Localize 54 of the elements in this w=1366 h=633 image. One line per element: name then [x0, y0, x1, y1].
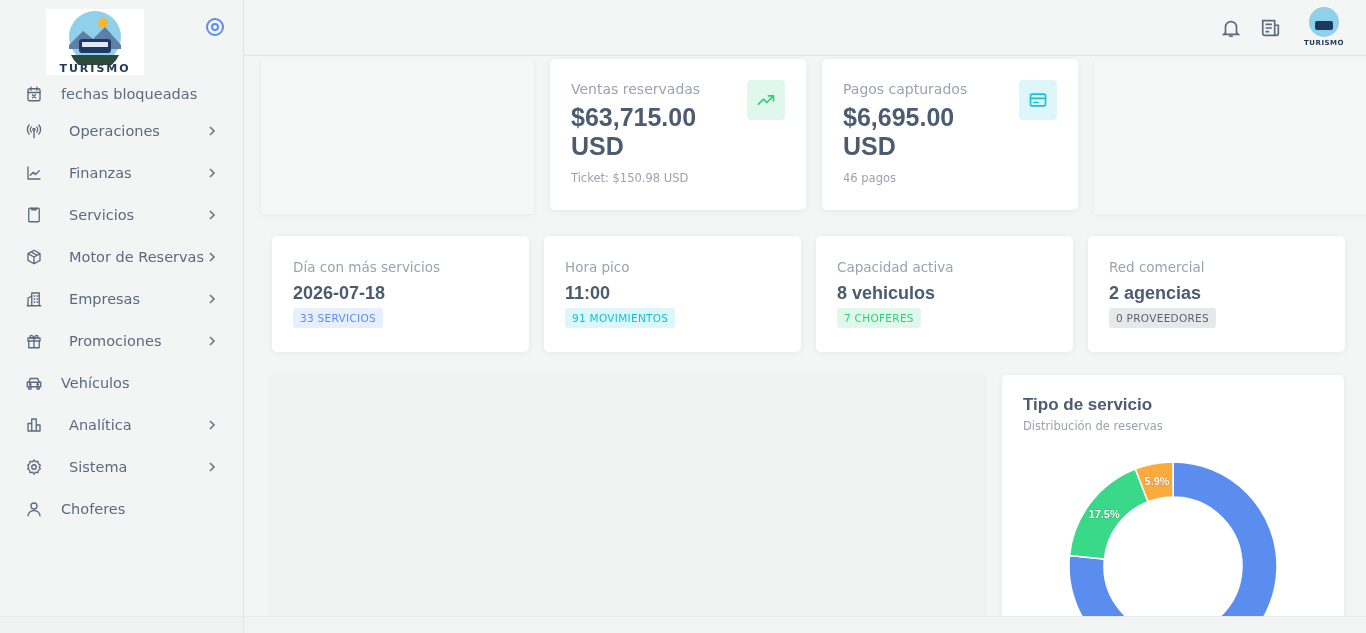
kpi-title: Hora pico: [565, 259, 631, 275]
settings-icon: [25, 458, 43, 476]
chevron-right-icon: [207, 419, 217, 431]
kpi-value: 2026-07-18: [293, 283, 387, 304]
kpi-badge: 0 PROVEEDORES: [1109, 308, 1217, 328]
sidebar-item[interactable]: Operaciones: [0, 110, 243, 152]
calendar-x-icon: [25, 85, 43, 103]
logo-text: TURISMO: [59, 63, 131, 75]
kpi-badge: 7 CHOFERES: [837, 308, 921, 328]
chevron-right-icon: [207, 167, 217, 179]
slice-label: 17.5%: [1088, 507, 1120, 520]
stat-value: $6,695.00 USD: [843, 103, 956, 161]
stat-title: Pagos capturados: [843, 81, 969, 97]
sidebar-item[interactable]: Choferes: [0, 488, 243, 530]
sidebar-item[interactable]: Finanzas: [0, 152, 243, 194]
kpi-value: 8 vehiculos: [837, 283, 937, 304]
stat-value: $63,715.00 USD: [571, 103, 698, 161]
kpi-value: 11:00: [565, 283, 612, 304]
sidebar-item[interactable]: Servicios: [0, 194, 243, 236]
sidebar-item[interactable]: fechas bloqueadas: [0, 78, 243, 110]
line-chart-icon: [25, 164, 43, 182]
sidebar-item[interactable]: Sistema: [0, 446, 243, 488]
kpi-value: 2 agencias: [1109, 283, 1203, 304]
gift-icon: [25, 332, 43, 350]
bar-chart-icon: [25, 416, 43, 434]
kpi-title: Red comercial: [1109, 259, 1206, 275]
chart-title: Tipo de servicio: [1023, 395, 1154, 415]
chevron-right-icon: [207, 335, 217, 347]
building-icon: [25, 290, 43, 308]
kpi-badge: 91 MOVIMIENTOS: [565, 308, 676, 328]
stat-title: Ventas reservadas: [571, 81, 702, 97]
sidebar-item[interactable]: Promociones: [0, 320, 243, 362]
kpi-title: Día con más servicios: [293, 259, 442, 275]
user-icon: [25, 500, 43, 518]
sidebar-item[interactable]: Vehículos: [0, 362, 243, 404]
chevron-right-icon: [207, 125, 217, 137]
stat-note: 46 pagos: [843, 171, 897, 185]
chevron-right-icon: [207, 209, 217, 221]
target-icon[interactable]: [205, 17, 225, 37]
chart-subtitle: Distribución de reservas: [1023, 419, 1164, 433]
stat-note: Ticket: $150.98 USD: [571, 171, 690, 185]
box-icon: [25, 248, 43, 266]
clipboard-icon: [25, 206, 43, 224]
chevron-right-icon: [207, 293, 217, 305]
antenna-icon: [25, 122, 43, 140]
chevron-right-icon: [207, 251, 217, 263]
sidebar-item[interactable]: Analítica: [0, 404, 243, 446]
kpi-title: Capacidad activa: [837, 259, 955, 275]
credit-card-icon: [1028, 90, 1048, 110]
kpi-badge: 33 SERVICIOS: [293, 308, 383, 328]
sidebar-item[interactable]: Motor de Reservas: [0, 236, 243, 278]
slice-label: 5.9%: [1144, 475, 1170, 487]
chevron-right-icon: [207, 461, 217, 473]
sidebar-item[interactable]: Empresas: [0, 278, 243, 320]
